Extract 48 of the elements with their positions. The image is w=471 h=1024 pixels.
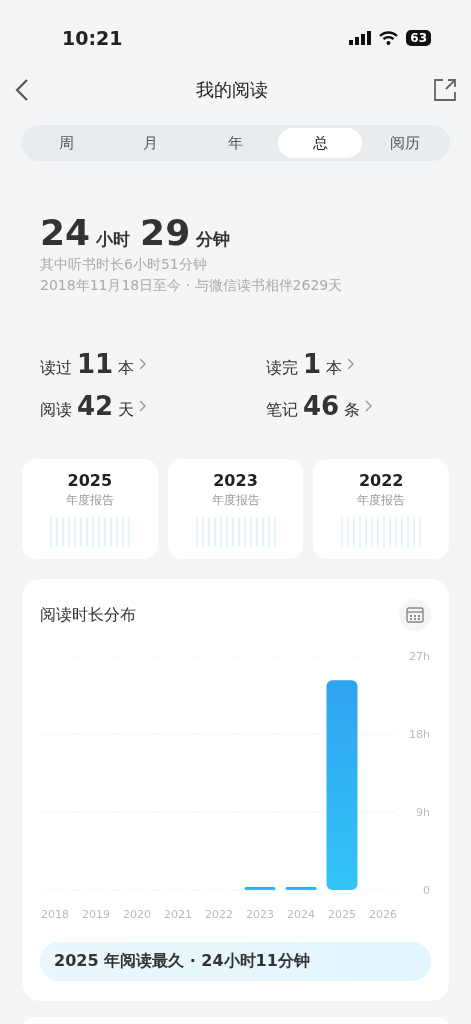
- axis-tick-label: 18h: [409, 728, 430, 741]
- year-report-card[interactable]: 2025 年度报告: [22, 459, 158, 559]
- axis-tick-label: 2024: [287, 908, 315, 921]
- chevron-icon: [139, 358, 147, 370]
- period-tab[interactable]: 总: [277, 128, 363, 158]
- axis-tick-label: 2026: [369, 908, 397, 921]
- axis-tick-label: 2020: [123, 908, 151, 921]
- minutes-unit: 分钟: [196, 228, 231, 251]
- period-tab[interactable]: 年: [193, 128, 278, 158]
- period-tab[interactable]: 阅历: [362, 128, 447, 158]
- chart-bar: [285, 887, 317, 890]
- chevron-icon: [347, 358, 355, 370]
- wifi-icon: [379, 31, 399, 45]
- year-report-card[interactable]: 2023 年度报告: [167, 459, 304, 559]
- axis-tick-label: 2021: [164, 908, 192, 921]
- highlight-banner: 2025 年阅读最久 · 24小时11分钟: [40, 942, 431, 981]
- back-button[interactable]: [14, 78, 30, 102]
- stat-link[interactable]: 读完 1 本: [266, 349, 451, 379]
- listen-note: 其中听书时长6小时51分钟: [40, 256, 208, 274]
- chart-bar: [244, 887, 276, 890]
- battery-level: 63: [406, 30, 431, 46]
- stat-link[interactable]: 读过 11 本: [40, 349, 266, 379]
- calendar-icon: [406, 607, 424, 623]
- axis-tick-label: 2025: [328, 908, 356, 921]
- period-tab[interactable]: 周: [24, 128, 109, 158]
- chart-title: 阅读时长分布: [40, 604, 136, 626]
- axis-tick-label: 9h: [416, 806, 430, 819]
- axis-tick-label: 2022: [205, 908, 233, 921]
- chevron-icon: [139, 400, 147, 412]
- axis-tick-label: 0: [423, 884, 430, 897]
- share-button[interactable]: [433, 78, 457, 102]
- hours-unit: 小时: [96, 228, 131, 251]
- axis-tick-label: 2023: [246, 908, 274, 921]
- axis-tick-label: 2018: [41, 908, 69, 921]
- page-title: 我的阅读: [195, 78, 268, 102]
- stat-link[interactable]: 阅读 42 天: [40, 391, 266, 421]
- signal-icon: [349, 31, 372, 45]
- chevron-icon: [365, 400, 373, 412]
- hours-value: 24: [40, 213, 91, 253]
- year-report-card[interactable]: 2022 年度报告: [313, 459, 449, 559]
- since-note: 2018年11月18日至今 · 与微信读书相伴2629天: [40, 277, 344, 295]
- calendar-button[interactable]: [399, 599, 431, 631]
- stat-link[interactable]: 笔记 46 条: [266, 391, 451, 421]
- period-tab[interactable]: 月: [108, 128, 194, 158]
- axis-tick-label: 27h: [409, 650, 430, 663]
- minutes-value: 29: [140, 213, 191, 253]
- clock-time: 10:21: [62, 27, 124, 49]
- axis-tick-label: 2019: [82, 908, 110, 921]
